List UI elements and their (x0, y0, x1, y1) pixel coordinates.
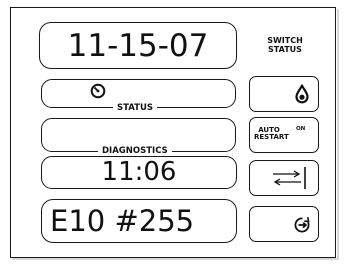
diagnostics-label: DIAGNOSTICS (98, 146, 172, 156)
error-code-value: E10 #255 (50, 204, 195, 238)
fuel-button[interactable] (249, 76, 319, 112)
panel-shadow-right (337, 9, 339, 259)
panel-shadow-bottom (12, 258, 339, 260)
auto-restart-state: ON (296, 126, 306, 132)
status-label: STATUS (113, 103, 158, 113)
gauge-icon (90, 83, 106, 99)
switch-header-line1: SWITCH (267, 36, 303, 45)
error-code-display: E10 #255 (41, 199, 237, 243)
transfer-button[interactable] (249, 160, 319, 196)
time-value: 11:06 (101, 157, 177, 187)
switch-header-line2: STATUS (268, 45, 302, 54)
transfer-arrows-icon (273, 167, 306, 189)
auto-restart-label: AUTO RESTART (254, 127, 289, 141)
switch-status-header: SWITCH STATUS (253, 36, 317, 54)
auto-label-line2: RESTART (254, 133, 289, 141)
restart-icon (294, 216, 310, 233)
auto-restart-button[interactable]: AUTO RESTART ON (249, 117, 319, 153)
date-display: 11-15-07 (39, 22, 237, 69)
time-display: 11:06 (41, 156, 237, 189)
date-value: 11-15-07 (67, 28, 209, 64)
restart-button[interactable] (249, 206, 319, 242)
fuel-drop-icon (295, 84, 309, 104)
